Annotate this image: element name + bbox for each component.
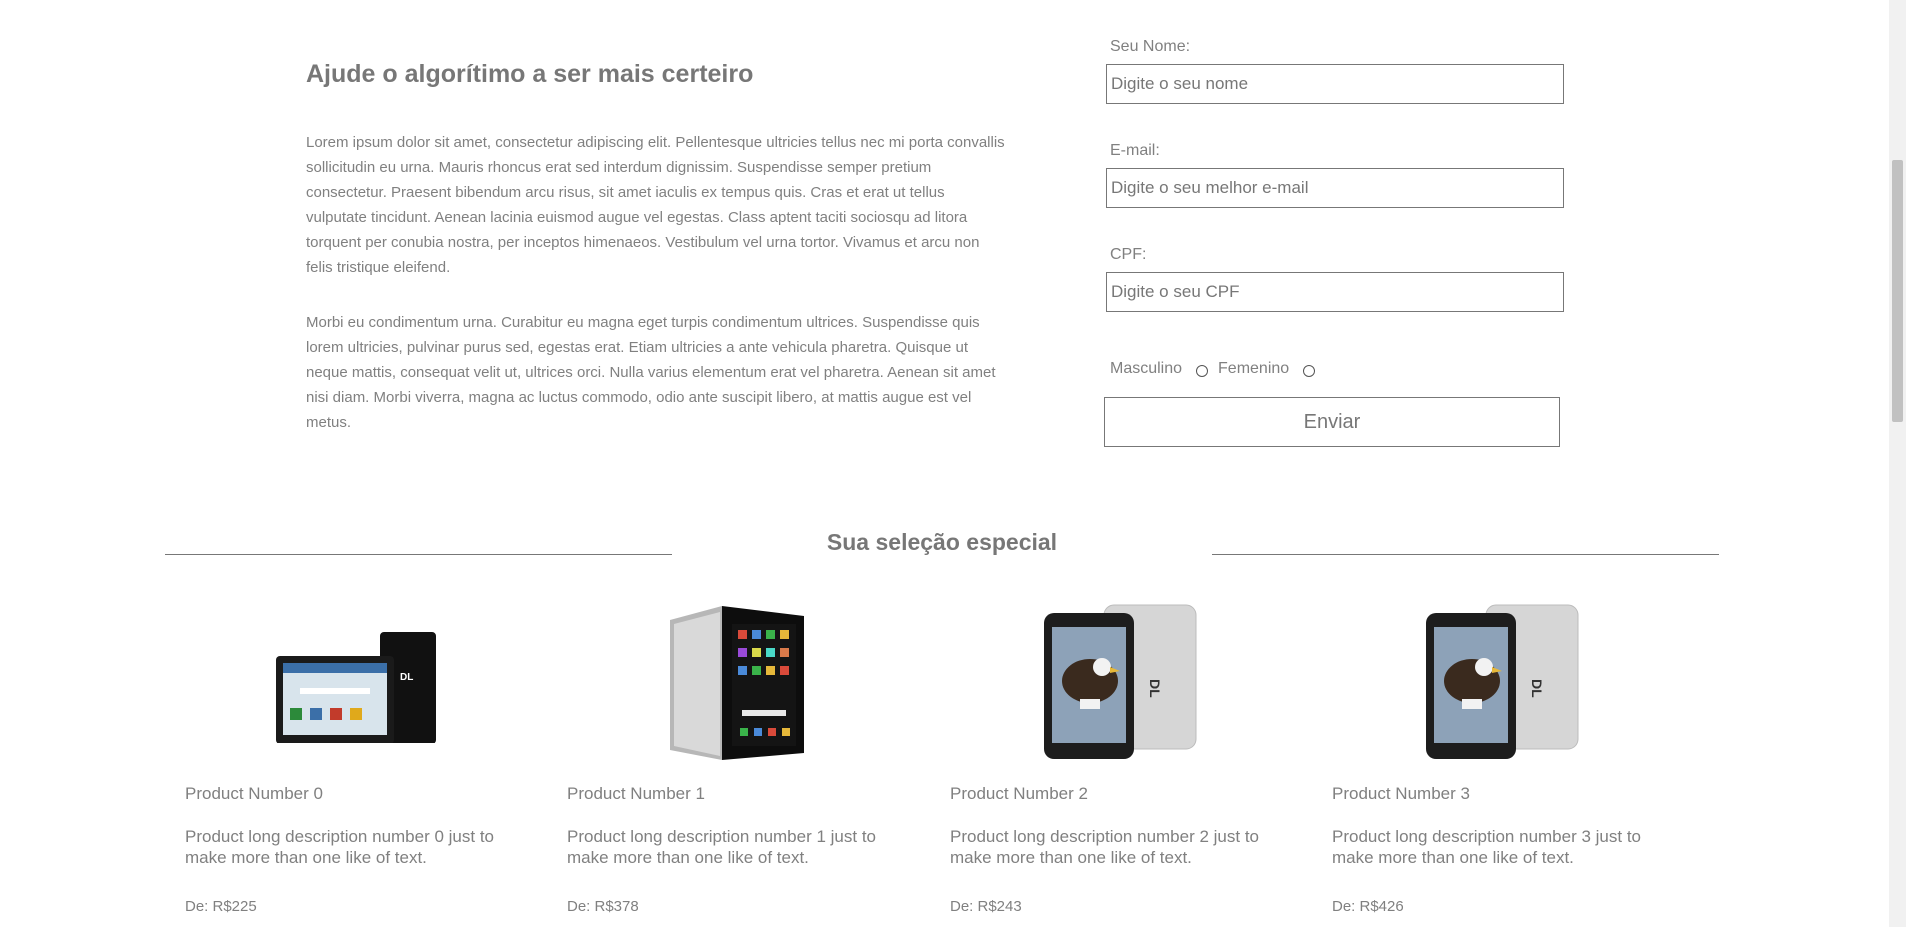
gender-female-label: Femenino bbox=[1218, 360, 1290, 377]
product-price: De: R$378 bbox=[567, 898, 639, 915]
email-label: E-mail: bbox=[1110, 142, 1160, 159]
product-image bbox=[567, 598, 907, 763]
intro-section: Ajude o algorítimo a ser mais certeiro L… bbox=[306, 54, 1006, 431]
svg-text:DL: DL bbox=[1147, 679, 1163, 698]
name-label: Seu Nome: bbox=[1110, 38, 1191, 55]
tablet-portrait-icon bbox=[670, 606, 804, 760]
intro-paragraph-1: Lorem ipsum dolor sit amet, consectetur … bbox=[306, 134, 1005, 276]
page-scrollbar[interactable] bbox=[1889, 0, 1906, 927]
scrollbar-thumb[interactable] bbox=[1892, 160, 1903, 422]
name-field[interactable] bbox=[1106, 64, 1564, 104]
cpf-label: CPF: bbox=[1110, 246, 1147, 263]
product-name[interactable]: Product Number 2 bbox=[950, 784, 1088, 804]
product-name[interactable]: Product Number 1 bbox=[567, 784, 705, 804]
product-name[interactable]: Product Number 3 bbox=[1332, 784, 1470, 804]
product-description: Product long description number 3 just t… bbox=[1332, 827, 1642, 867]
product-price: De: R$426 bbox=[1332, 898, 1404, 915]
product-description: Product long description number 1 just t… bbox=[567, 827, 877, 867]
tablet-landscape-icon: DL bbox=[276, 632, 436, 743]
page: Ajude o algorítimo a ser mais certeiro L… bbox=[0, 0, 1906, 927]
product-image: DL bbox=[1332, 598, 1672, 763]
intro-title: Ajude o algorítimo a ser mais certeiro bbox=[306, 60, 754, 88]
product-name[interactable]: Product Number 0 bbox=[185, 784, 323, 804]
svg-text:DL: DL bbox=[1529, 679, 1545, 698]
divider-right bbox=[1212, 554, 1719, 555]
tablet-eagle-icon: DL bbox=[1426, 604, 1579, 759]
product-description: Product long description number 2 just t… bbox=[950, 827, 1260, 867]
gender-female-radio[interactable] bbox=[1303, 365, 1316, 377]
gender-group: Masculino Femenino bbox=[1110, 360, 1325, 378]
tablet-eagle-icon: DL bbox=[1044, 604, 1197, 759]
cpf-field[interactable] bbox=[1106, 272, 1564, 312]
gender-male-radio[interactable] bbox=[1196, 365, 1209, 377]
product-image: DL bbox=[950, 598, 1290, 763]
email-field[interactable] bbox=[1106, 168, 1564, 208]
intro-paragraph-2: Morbi eu condimentum urna. Curabitur eu … bbox=[306, 314, 996, 431]
product-image: DL bbox=[185, 598, 525, 763]
section-title: Sua seleção especial bbox=[826, 529, 1058, 555]
gender-male-label: Masculino bbox=[1110, 360, 1183, 377]
product-price: De: R$243 bbox=[950, 898, 1022, 915]
product-description: Product long description number 0 just t… bbox=[185, 827, 495, 867]
product-price: De: R$225 bbox=[185, 898, 257, 915]
submit-button[interactable]: Enviar bbox=[1104, 397, 1560, 447]
svg-text:DL: DL bbox=[400, 672, 413, 683]
